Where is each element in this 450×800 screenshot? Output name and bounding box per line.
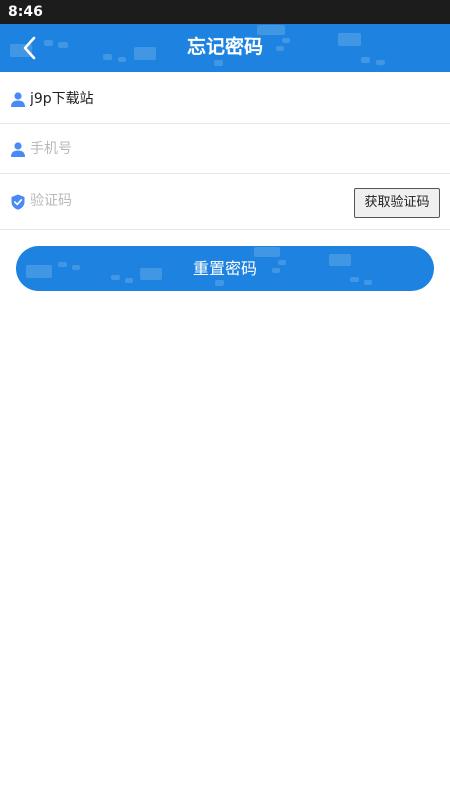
header-decoration: [376, 60, 385, 65]
header-decoration: [134, 47, 156, 60]
get-code-button[interactable]: 获取验证码: [354, 188, 440, 218]
status-time: 8:46: [8, 4, 43, 20]
status-bar: 8:46: [0, 0, 450, 24]
header-decoration: [103, 54, 112, 60]
phone-input[interactable]: [30, 138, 330, 160]
header-decoration: [282, 38, 290, 43]
header-decoration: [276, 46, 284, 51]
header-decoration: [257, 25, 285, 35]
user-icon: [11, 142, 25, 157]
header-decoration: [338, 33, 361, 46]
phone-row: [0, 124, 450, 174]
verification-code-input[interactable]: [30, 190, 270, 212]
header-decoration: [361, 57, 370, 63]
account-field[interactable]: [30, 87, 330, 109]
app-bar: 忘记密码: [0, 24, 450, 72]
account-row: [0, 72, 450, 124]
header-decoration: [118, 57, 126, 62]
header-decoration: [58, 42, 68, 48]
reset-password-button[interactable]: 重置密码: [16, 246, 434, 291]
back-button[interactable]: [14, 34, 46, 62]
reset-password-label: 重置密码: [192, 259, 257, 278]
shield-check-icon: [11, 194, 25, 210]
user-icon: [11, 92, 25, 107]
header-decoration: [214, 60, 223, 66]
chevron-left-icon: [23, 36, 36, 60]
code-row: 获取验证码: [0, 174, 450, 230]
